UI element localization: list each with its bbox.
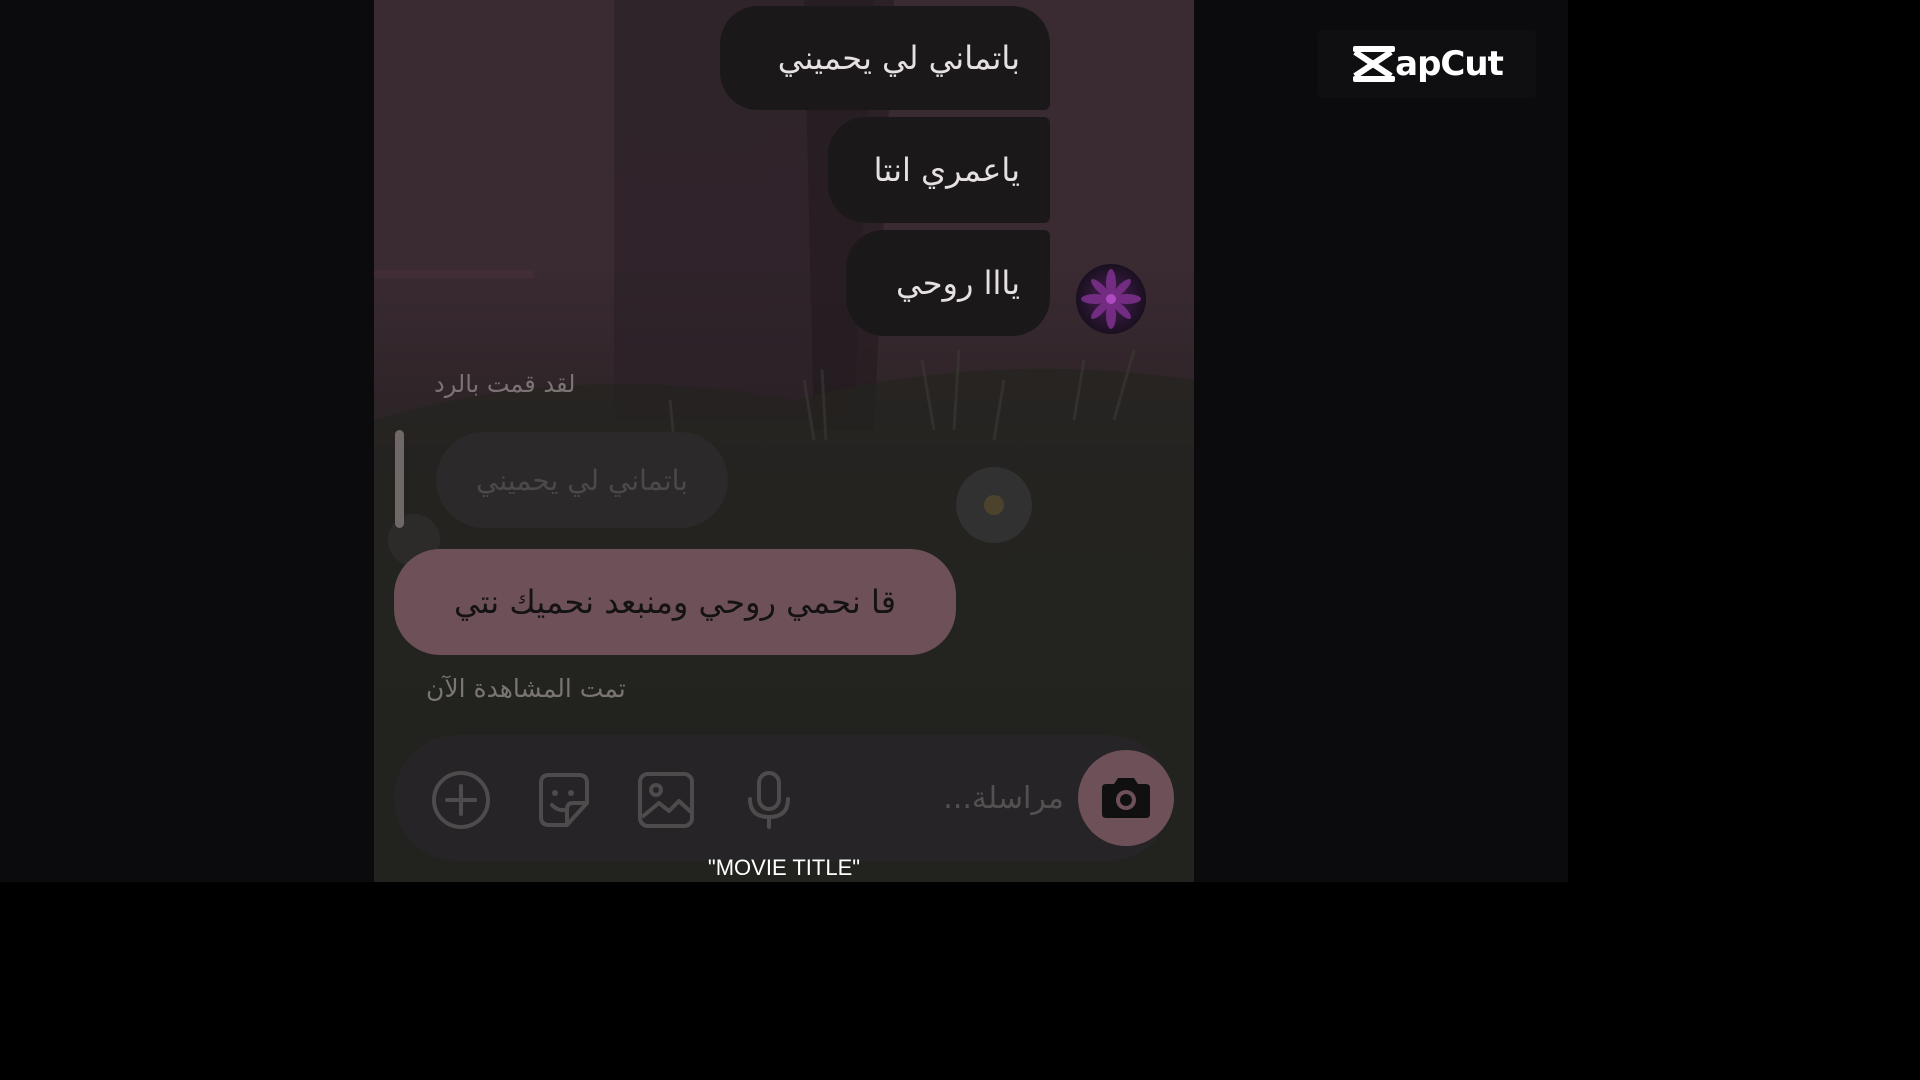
movie-title-caption: "MOVIE TITLE" [707,855,861,880]
capcut-logo-icon [1353,46,1396,82]
sent-message[interactable]: قا نحمي روحي ومنبعد نحميك نتي [394,549,956,655]
message-composer [394,735,1174,861]
chat-screen: باتماني لي يحميني ياعمري انتا يااا روحي … [374,0,1194,882]
sticker-icon[interactable] [533,769,595,831]
camera-button[interactable] [1078,750,1174,846]
reply-caption: لقد قمت بالرد [434,370,576,398]
right-letterbox [1194,0,1568,882]
capcut-watermark: apCut [1318,30,1536,98]
add-circle-icon[interactable] [430,769,492,831]
seen-status: تمت المشاهدة الآن [426,674,626,703]
flower-avatar-icon [1081,269,1141,329]
quoted-message[interactable]: باتماني لي يحميني [436,432,728,528]
received-message-1[interactable]: باتماني لي يحميني [720,6,1050,110]
message-input[interactable] [864,765,1064,831]
camera-icon [1102,778,1150,818]
watermark-text: apCut [1395,44,1504,84]
contact-avatar[interactable] [1076,264,1146,334]
received-message-3[interactable]: يااا روحي [846,230,1050,336]
gallery-icon[interactable] [635,769,697,831]
left-letterbox [0,0,374,882]
microphone-icon[interactable] [738,769,800,831]
reply-indicator-bar [395,430,404,528]
received-message-2[interactable]: ياعمري انتا [828,117,1050,223]
